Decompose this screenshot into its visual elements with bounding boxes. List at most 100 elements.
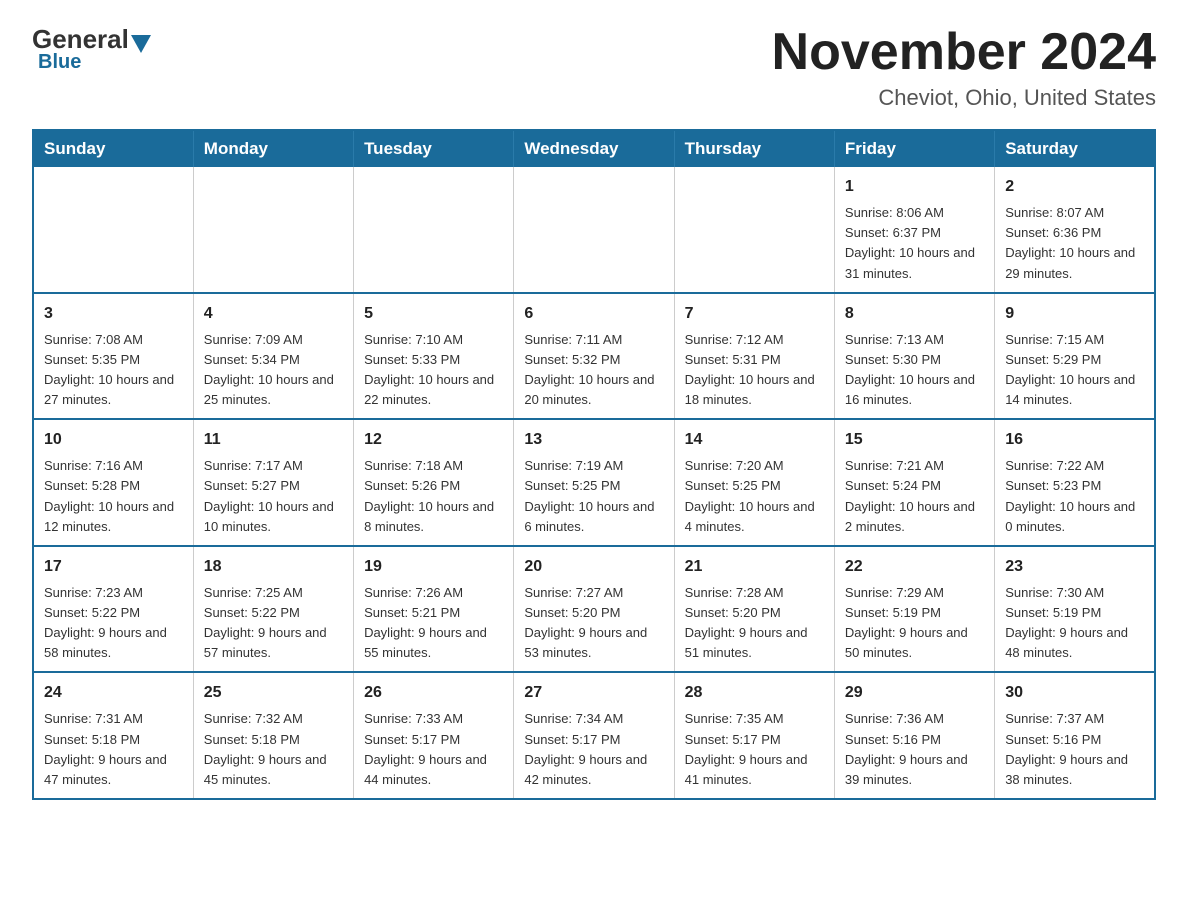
day-info: Sunrise: 7:21 AM Sunset: 5:24 PM Dayligh… [845, 456, 984, 537]
day-number: 15 [845, 428, 984, 452]
page-header: General Blue November 2024 Cheviot, Ohio… [32, 24, 1156, 111]
day-number: 19 [364, 555, 503, 579]
day-number: 30 [1005, 681, 1144, 705]
day-number: 9 [1005, 302, 1144, 326]
day-number: 25 [204, 681, 343, 705]
day-number: 21 [685, 555, 824, 579]
calendar-cell: 26 Sunrise: 7:33 AM Sunset: 5:17 PM Dayli… [354, 672, 514, 799]
day-number: 24 [44, 681, 183, 705]
day-info: Sunrise: 7:31 AM Sunset: 5:18 PM Dayligh… [44, 709, 183, 790]
col-saturday: Saturday [995, 130, 1155, 167]
day-number: 3 [44, 302, 183, 326]
calendar-table: Sunday Monday Tuesday Wednesday Thursday… [32, 129, 1156, 800]
day-info: Sunrise: 7:22 AM Sunset: 5:23 PM Dayligh… [1005, 456, 1144, 537]
day-number: 10 [44, 428, 183, 452]
calendar-cell: 25 Sunrise: 7:32 AM Sunset: 5:18 PM Dayli… [193, 672, 353, 799]
day-info: Sunrise: 7:15 AM Sunset: 5:29 PM Dayligh… [1005, 330, 1144, 411]
calendar-cell: 28 Sunrise: 7:35 AM Sunset: 5:17 PM Dayli… [674, 672, 834, 799]
day-number: 28 [685, 681, 824, 705]
day-info: Sunrise: 7:30 AM Sunset: 5:19 PM Dayligh… [1005, 583, 1144, 664]
day-info: Sunrise: 7:37 AM Sunset: 5:16 PM Dayligh… [1005, 709, 1144, 790]
day-info: Sunrise: 7:34 AM Sunset: 5:17 PM Dayligh… [524, 709, 663, 790]
calendar-cell: 13 Sunrise: 7:19 AM Sunset: 5:25 PM Dayli… [514, 419, 674, 546]
day-info: Sunrise: 7:16 AM Sunset: 5:28 PM Dayligh… [44, 456, 183, 537]
calendar-cell: 24 Sunrise: 7:31 AM Sunset: 5:18 PM Dayli… [33, 672, 193, 799]
calendar-cell: 5 Sunrise: 7:10 AM Sunset: 5:33 PM Daylig… [354, 293, 514, 420]
day-number: 14 [685, 428, 824, 452]
calendar-cell: 29Sunrise: 7:36 AM Sunset: 5:16 PM Dayli… [834, 672, 994, 799]
day-info: Sunrise: 7:13 AM Sunset: 5:30 PM Dayligh… [845, 330, 984, 411]
day-number: 23 [1005, 555, 1144, 579]
calendar-cell: 23 Sunrise: 7:30 AM Sunset: 5:19 PM Dayli… [995, 546, 1155, 673]
day-number: 29 [845, 681, 984, 705]
calendar-cell: 14 Sunrise: 7:20 AM Sunset: 5:25 PM Dayli… [674, 419, 834, 546]
day-info: Sunrise: 7:29 AM Sunset: 5:19 PM Dayligh… [845, 583, 984, 664]
day-info: Sunrise: 7:23 AM Sunset: 5:22 PM Dayligh… [44, 583, 183, 664]
day-number: 5 [364, 302, 503, 326]
calendar-cell: 9 Sunrise: 7:15 AM Sunset: 5:29 PM Daylig… [995, 293, 1155, 420]
day-info: Sunrise: 7:26 AM Sunset: 5:21 PM Dayligh… [364, 583, 503, 664]
calendar-cell: 12 Sunrise: 7:18 AM Sunset: 5:26 PM Dayli… [354, 419, 514, 546]
day-number: 13 [524, 428, 663, 452]
col-sunday: Sunday [33, 130, 193, 167]
day-number: 20 [524, 555, 663, 579]
logo-blue-text: Blue [38, 51, 81, 74]
day-info: Sunrise: 8:07 AM Sunset: 6:36 PM Dayligh… [1005, 203, 1144, 284]
calendar-cell: 21Sunrise: 7:28 AM Sunset: 5:20 PM Dayli… [674, 546, 834, 673]
day-number: 18 [204, 555, 343, 579]
day-info: Sunrise: 7:11 AM Sunset: 5:32 PM Dayligh… [524, 330, 663, 411]
day-number: 26 [364, 681, 503, 705]
calendar-cell: 11 Sunrise: 7:17 AM Sunset: 5:27 PM Dayli… [193, 419, 353, 546]
col-wednesday: Wednesday [514, 130, 674, 167]
day-number: 27 [524, 681, 663, 705]
calendar-cell: 8 Sunrise: 7:13 AM Sunset: 5:30 PM Daylig… [834, 293, 994, 420]
title-block: November 2024 Cheviot, Ohio, United Stat… [772, 24, 1156, 111]
calendar-week-row: 10 Sunrise: 7:16 AM Sunset: 5:28 PM Dayli… [33, 419, 1155, 546]
calendar-cell: 4Sunrise: 7:09 AM Sunset: 5:34 PM Daylig… [193, 293, 353, 420]
calendar-cell: 22 Sunrise: 7:29 AM Sunset: 5:19 PM Dayli… [834, 546, 994, 673]
day-info: Sunrise: 7:08 AM Sunset: 5:35 PM Dayligh… [44, 330, 183, 411]
day-info: Sunrise: 7:10 AM Sunset: 5:33 PM Dayligh… [364, 330, 503, 411]
calendar-cell: 20Sunrise: 7:27 AM Sunset: 5:20 PM Dayli… [514, 546, 674, 673]
col-monday: Monday [193, 130, 353, 167]
calendar-cell: 2 Sunrise: 8:07 AM Sunset: 6:36 PM Daylig… [995, 167, 1155, 293]
day-info: Sunrise: 7:12 AM Sunset: 5:31 PM Dayligh… [685, 330, 824, 411]
day-number: 8 [845, 302, 984, 326]
calendar-cell [193, 167, 353, 293]
day-number: 12 [364, 428, 503, 452]
day-info: Sunrise: 7:19 AM Sunset: 5:25 PM Dayligh… [524, 456, 663, 537]
day-info: Sunrise: 7:17 AM Sunset: 5:27 PM Dayligh… [204, 456, 343, 537]
day-info: Sunrise: 7:33 AM Sunset: 5:17 PM Dayligh… [364, 709, 503, 790]
day-info: Sunrise: 7:20 AM Sunset: 5:25 PM Dayligh… [685, 456, 824, 537]
calendar-cell: 6 Sunrise: 7:11 AM Sunset: 5:32 PM Daylig… [514, 293, 674, 420]
calendar-cell: 16Sunrise: 7:22 AM Sunset: 5:23 PM Dayli… [995, 419, 1155, 546]
col-tuesday: Tuesday [354, 130, 514, 167]
calendar-cell: 15 Sunrise: 7:21 AM Sunset: 5:24 PM Dayli… [834, 419, 994, 546]
day-number: 22 [845, 555, 984, 579]
calendar-week-row: 3 Sunrise: 7:08 AM Sunset: 5:35 PM Daylig… [33, 293, 1155, 420]
calendar-week-row: 1 Sunrise: 8:06 AM Sunset: 6:37 PM Daylig… [33, 167, 1155, 293]
calendar-cell: 7Sunrise: 7:12 AM Sunset: 5:31 PM Daylig… [674, 293, 834, 420]
day-number: 1 [845, 175, 984, 199]
calendar-cell: 1 Sunrise: 8:06 AM Sunset: 6:37 PM Daylig… [834, 167, 994, 293]
day-number: 11 [204, 428, 343, 452]
col-thursday: Thursday [674, 130, 834, 167]
day-info: Sunrise: 7:18 AM Sunset: 5:26 PM Dayligh… [364, 456, 503, 537]
calendar-cell: 30 Sunrise: 7:37 AM Sunset: 5:16 PM Dayli… [995, 672, 1155, 799]
calendar-cell: 27 Sunrise: 7:34 AM Sunset: 5:17 PM Dayli… [514, 672, 674, 799]
day-info: Sunrise: 7:32 AM Sunset: 5:18 PM Dayligh… [204, 709, 343, 790]
logo-triangle-icon [131, 35, 151, 53]
calendar-cell: 3 Sunrise: 7:08 AM Sunset: 5:35 PM Daylig… [33, 293, 193, 420]
calendar-cell: 19 Sunrise: 7:26 AM Sunset: 5:21 PM Dayli… [354, 546, 514, 673]
calendar-cell: 10 Sunrise: 7:16 AM Sunset: 5:28 PM Dayli… [33, 419, 193, 546]
day-info: Sunrise: 7:35 AM Sunset: 5:17 PM Dayligh… [685, 709, 824, 790]
day-info: Sunrise: 7:09 AM Sunset: 5:34 PM Dayligh… [204, 330, 343, 411]
main-title: November 2024 [772, 24, 1156, 81]
day-info: Sunrise: 7:25 AM Sunset: 5:22 PM Dayligh… [204, 583, 343, 664]
day-info: Sunrise: 8:06 AM Sunset: 6:37 PM Dayligh… [845, 203, 984, 284]
calendar-cell: 17Sunrise: 7:23 AM Sunset: 5:22 PM Dayli… [33, 546, 193, 673]
day-number: 6 [524, 302, 663, 326]
calendar-cell: 18 Sunrise: 7:25 AM Sunset: 5:22 PM Dayli… [193, 546, 353, 673]
calendar-week-row: 17Sunrise: 7:23 AM Sunset: 5:22 PM Dayli… [33, 546, 1155, 673]
day-number: 2 [1005, 175, 1144, 199]
